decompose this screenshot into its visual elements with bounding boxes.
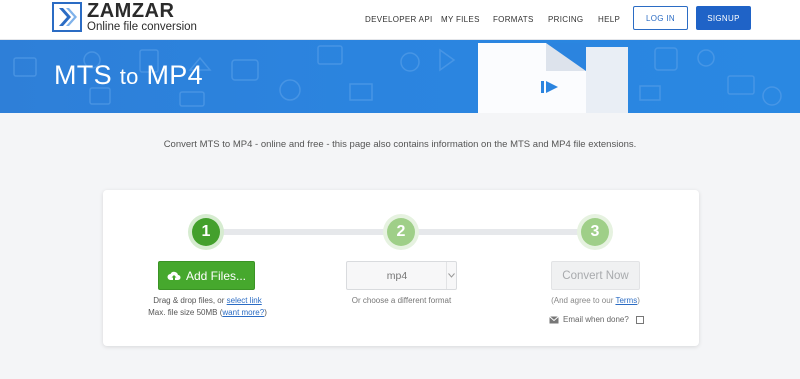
- step-track-1: [207, 229, 395, 235]
- page-title: MTS to MP4: [54, 60, 203, 91]
- add-files-button[interactable]: Add Files...: [158, 261, 255, 290]
- add-files-label: Add Files...: [185, 268, 247, 283]
- drag-drop-hint: Drag & drop files, or select link: [135, 296, 280, 305]
- step-3-badge: 3: [581, 218, 609, 246]
- file-corner-fold: [546, 43, 586, 71]
- terms-suffix: ): [637, 296, 640, 305]
- email-label: Email when done?: [563, 315, 629, 324]
- format-hint: Or choose a different format: [351, 296, 452, 305]
- step-1-badge: 1: [192, 218, 220, 246]
- title-from-format: MTS: [54, 60, 112, 90]
- brand-name: ZAMZAR: [87, 0, 175, 22]
- hero-banner: MTS to MP4: [0, 40, 800, 113]
- step-track-2: [401, 229, 593, 235]
- signup-button[interactable]: SIGNUP: [696, 6, 751, 30]
- zamzar-logo-icon: [52, 2, 82, 33]
- brand-tagline: Online file conversion: [87, 21, 197, 33]
- zamzar-logo[interactable]: ZAMZAR Online file conversion: [52, 1, 197, 34]
- chevron-down-icon: [446, 262, 456, 289]
- converter-card: 1 2 3 Add Files... Drag & drop files, or…: [103, 190, 699, 346]
- upload-cloud-icon: [167, 271, 181, 280]
- login-button[interactable]: LOG IN: [633, 6, 688, 30]
- max-size-hint: Max. file size 50MB (want more?): [148, 308, 267, 317]
- want-more-link[interactable]: want more?: [222, 308, 264, 317]
- nav-pricing[interactable]: PRICING: [548, 15, 583, 24]
- select-link[interactable]: select link: [227, 296, 262, 305]
- step-2-badge: 2: [387, 218, 415, 246]
- max-size-text: Max. file size 50MB: [148, 308, 218, 317]
- nav-developer-api[interactable]: DEVELOPER API: [365, 15, 432, 24]
- email-checkbox[interactable]: [635, 315, 644, 324]
- nav-formats[interactable]: FORMATS: [493, 15, 534, 24]
- terms-link[interactable]: Terms: [615, 296, 637, 305]
- terms-prefix: (And agree to our: [551, 296, 614, 305]
- title-to-format: MP4: [146, 60, 203, 90]
- nav-my-files[interactable]: MY FILES: [441, 15, 480, 24]
- envelope-icon: [549, 315, 559, 323]
- nav-help[interactable]: HELP: [598, 15, 620, 24]
- convert-now-button[interactable]: Convert Now: [551, 261, 640, 290]
- intro-text: Convert MTS to MP4 - online and free - t…: [163, 139, 637, 150]
- terms-hint: (And agree to our Terms): [535, 296, 656, 305]
- header: ZAMZAR Online file conversion DEVELOPER …: [0, 0, 800, 40]
- format-select-value: mp4: [386, 269, 408, 282]
- play-file-icon: [541, 81, 558, 93]
- format-select[interactable]: mp4: [346, 261, 457, 290]
- title-connector: to: [119, 64, 139, 89]
- email-when-done-row[interactable]: Email when done?: [549, 315, 644, 324]
- drag-drop-text: Drag & drop files, or: [153, 296, 225, 305]
